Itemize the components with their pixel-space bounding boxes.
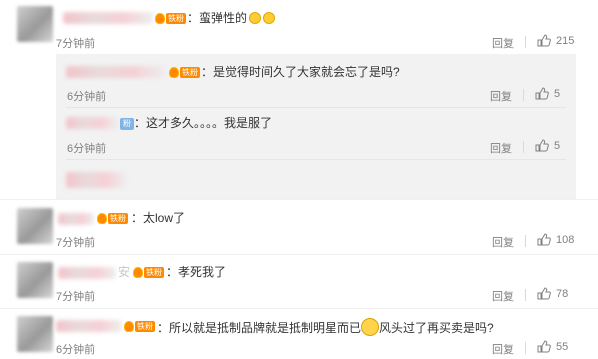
fan-badge: 铁粉 bbox=[97, 212, 128, 225]
thumbs-up-icon bbox=[535, 87, 549, 100]
divider bbox=[0, 254, 598, 255]
username[interactable] bbox=[58, 213, 94, 225]
fan-badge: 铁粉 bbox=[169, 66, 200, 79]
divider bbox=[0, 199, 598, 200]
grinning-face-icon bbox=[249, 12, 262, 24]
comment-time: 7分钟前 bbox=[56, 291, 96, 303]
crown-badge-icon bbox=[169, 67, 179, 78]
like-button[interactable]: 5 bbox=[535, 139, 560, 152]
crown-badge-icon bbox=[97, 213, 107, 224]
comment-text: ：太low了 bbox=[131, 211, 186, 225]
username[interactable] bbox=[58, 267, 116, 279]
reply-button[interactable]: 回复 bbox=[492, 341, 514, 357]
crown-badge-icon bbox=[133, 267, 143, 278]
avatar[interactable] bbox=[17, 6, 53, 42]
comment-text: ：所以就是抵制品牌就是抵制明星而已 风头过了再买卖是吗? bbox=[157, 318, 494, 336]
reply-button[interactable]: 回复 bbox=[492, 234, 514, 250]
reply-time: 6分钟前 bbox=[67, 143, 107, 155]
reply-button[interactable]: 回复 bbox=[490, 140, 512, 156]
divider bbox=[525, 36, 526, 48]
divider bbox=[525, 289, 526, 301]
crown-badge-icon bbox=[124, 321, 134, 332]
grinning-face-icon bbox=[263, 12, 276, 24]
divider bbox=[0, 308, 598, 309]
avatar[interactable] bbox=[17, 208, 53, 244]
reply-button[interactable]: 回复 bbox=[492, 288, 514, 304]
reply-text: ：是觉得时间久了大家就会忘了是吗? bbox=[201, 65, 400, 79]
fan-badge: 铁粉 bbox=[124, 320, 155, 333]
fan-badge: 铁粉 bbox=[133, 266, 164, 279]
fan-badge: 铁粉 bbox=[155, 12, 186, 25]
divider bbox=[525, 342, 526, 354]
thumbs-up-icon bbox=[537, 233, 551, 246]
username-suffix: 安 bbox=[118, 265, 131, 279]
reply-button[interactable]: 回复 bbox=[490, 88, 512, 104]
divider bbox=[523, 141, 524, 153]
like-button[interactable]: 55 bbox=[537, 340, 568, 353]
thumbs-up-icon bbox=[537, 287, 551, 300]
username[interactable] bbox=[66, 117, 118, 129]
divider bbox=[525, 235, 526, 247]
comment-time: 7分钟前 bbox=[56, 237, 96, 249]
divider bbox=[66, 159, 566, 160]
username[interactable] bbox=[66, 172, 126, 188]
thumbs-up-icon bbox=[537, 340, 551, 353]
like-button[interactable]: 215 bbox=[537, 34, 574, 47]
username[interactable] bbox=[56, 320, 122, 332]
username[interactable] bbox=[63, 12, 153, 24]
reply-text: ：这才多久。。。。我是服了 bbox=[134, 116, 273, 130]
reply-button[interactable]: 回复 bbox=[492, 35, 514, 51]
avatar[interactable] bbox=[17, 316, 53, 352]
divider bbox=[523, 89, 524, 101]
divider bbox=[66, 107, 566, 108]
like-button[interactable]: 78 bbox=[537, 287, 568, 300]
username[interactable] bbox=[66, 66, 166, 78]
reply-time: 6分钟前 bbox=[67, 91, 107, 103]
crown-badge-icon bbox=[155, 13, 165, 24]
comment-text: ：蛮弹性的 bbox=[187, 10, 276, 26]
comment-time: 6分钟前 bbox=[56, 344, 96, 356]
comment-time: 7分钟前 bbox=[56, 38, 96, 50]
thumbs-up-icon bbox=[537, 34, 551, 47]
like-button[interactable]: 5 bbox=[535, 87, 560, 100]
comment-text: ：孝死我了 bbox=[166, 265, 227, 279]
thumbs-up-icon bbox=[535, 139, 549, 152]
avatar[interactable] bbox=[17, 262, 53, 298]
thinking-face-icon bbox=[361, 318, 380, 336]
fan-badge: 粉 bbox=[120, 117, 134, 130]
like-button[interactable]: 108 bbox=[537, 233, 574, 246]
